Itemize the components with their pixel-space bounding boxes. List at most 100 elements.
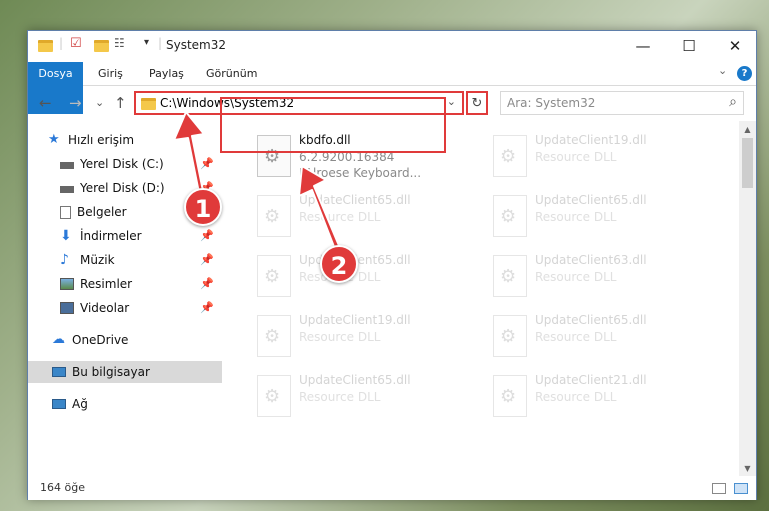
sidebar-item-downloads[interactable]: ⬇ İndirmeler 📌 xyxy=(28,225,222,247)
drive-icon xyxy=(60,186,74,193)
pin-icon: 📌 xyxy=(200,277,214,290)
refresh-button[interactable]: ↻ xyxy=(466,91,488,115)
up-button[interactable]: ↑ xyxy=(114,94,127,112)
ribbon-collapse-icon[interactable]: ⌄ xyxy=(718,64,727,77)
search-input[interactable] xyxy=(507,93,717,113)
sidebar-item-pictures[interactable]: Resimler 📌 xyxy=(28,273,222,295)
toolbar-dropdown-icon[interactable]: ▾ xyxy=(144,37,149,55)
file-description: Resource DLL xyxy=(535,210,617,224)
properties-icon[interactable]: ☑ xyxy=(70,36,82,54)
file-list: ⚙ kbdfo.dll 6.2.9200.16384 FAlroese Keyb… xyxy=(223,121,739,476)
vertical-scrollbar[interactable]: ▲ ▼ xyxy=(739,121,756,476)
file-item[interactable]: ⚙ UpdateClient19.dll Resource DLL xyxy=(485,131,705,183)
ribbon-tabs: Dosya Giriş Paylaş Görünüm ⌄ ? xyxy=(28,62,756,114)
tab-view[interactable]: Görünüm xyxy=(206,62,257,86)
sidebar-item-onedrive[interactable]: ☁ OneDrive xyxy=(28,329,222,351)
item-count: 164 öğe xyxy=(40,481,85,494)
callout-step-2: 2 xyxy=(320,245,358,283)
sidebar-item-music[interactable]: ♪ Müzik 📌 xyxy=(28,249,222,271)
gear-icon: ⚙ xyxy=(264,206,281,227)
close-button[interactable]: ✕ xyxy=(712,31,758,61)
file-description: Resource DLL xyxy=(535,270,617,284)
music-icon: ♪ xyxy=(60,252,69,268)
sidebar-item-disk-c[interactable]: Yerel Disk (C:) 📌 xyxy=(28,153,222,175)
dll-file-icon: ⚙ xyxy=(493,375,527,417)
file-description: Resource DLL xyxy=(535,390,617,404)
file-name: UpdateClient65.dll xyxy=(299,193,411,207)
computer-icon xyxy=(52,367,66,377)
file-name: UpdateClient21.dll xyxy=(535,373,647,387)
folder-icon xyxy=(38,40,53,52)
file-item[interactable]: ⚙ UpdateClient65.dll Resource DLL xyxy=(249,371,469,423)
search-icon[interactable]: ⌕ xyxy=(729,94,737,110)
address-dropdown-icon[interactable]: ⌄ xyxy=(447,95,456,108)
sidebar-item-this-pc[interactable]: Bu bilgisayar xyxy=(28,361,222,383)
dll-file-icon: ⚙ xyxy=(493,315,527,357)
separator: | xyxy=(59,36,64,50)
customize-toolbar-icon[interactable]: ☷ xyxy=(114,36,125,54)
cloud-icon: ☁ xyxy=(52,332,65,347)
sidebar-item-network[interactable]: Ağ xyxy=(28,393,222,415)
network-icon xyxy=(52,399,66,409)
file-item[interactable]: ⚙ UpdateClient21.dll Resource DLL xyxy=(485,371,705,423)
file-name: UpdateClient19.dll xyxy=(299,313,411,327)
file-description: FAlroese Keyboard... xyxy=(299,166,422,180)
dll-file-icon: ⚙ xyxy=(257,255,291,297)
gear-icon: ⚙ xyxy=(264,326,281,347)
file-description: Resource DLL xyxy=(299,390,381,404)
navigation-pane: ★ Hızlı erişim Yerel Disk (C:) 📌 Yerel D… xyxy=(28,121,222,476)
gear-icon: ⚙ xyxy=(264,386,281,407)
file-name: UpdateClient65.dll xyxy=(299,373,411,387)
dll-file-icon: ⚙ xyxy=(257,195,291,237)
callout-step-1: 1 xyxy=(184,188,222,226)
window-title: System32 xyxy=(166,38,227,52)
pin-icon: 📌 xyxy=(200,157,214,170)
forward-button[interactable]: → xyxy=(69,94,82,112)
documents-icon xyxy=(60,205,71,219)
scrollbar-thumb[interactable] xyxy=(742,138,753,188)
recent-locations-button[interactable]: ⌄ xyxy=(95,96,104,109)
file-name: UpdateClient65.dll xyxy=(535,313,647,327)
file-description: Resource DLL xyxy=(535,330,617,344)
maximize-button[interactable]: ☐ xyxy=(666,31,712,61)
minimize-button[interactable]: — xyxy=(620,31,666,61)
file-item[interactable]: ⚙ UpdateClient65.dll Resource DLL xyxy=(485,191,705,243)
help-icon[interactable]: ? xyxy=(737,66,752,81)
file-item[interactable]: ⚙ UpdateClient19.dll Resource DLL xyxy=(249,311,469,363)
file-item[interactable]: ⚙ UpdateClient65.dll Resource DLL xyxy=(249,251,469,303)
details-view-icon[interactable] xyxy=(712,483,726,494)
tab-home[interactable]: Giriş xyxy=(98,62,123,86)
status-bar: 164 öğe xyxy=(28,477,756,500)
file-description: Resource DLL xyxy=(299,330,381,344)
gear-icon: ⚙ xyxy=(264,266,281,287)
drive-icon xyxy=(60,162,74,169)
file-name: UpdateClient63.dll xyxy=(535,253,647,267)
videos-icon xyxy=(60,302,74,314)
large-icons-view-icon[interactable] xyxy=(734,483,748,494)
search-box[interactable]: ⌕ xyxy=(500,91,744,115)
file-name: UpdateClient19.dll xyxy=(535,133,647,147)
dll-file-icon: ⚙ xyxy=(257,315,291,357)
gear-icon: ⚙ xyxy=(500,266,517,287)
file-item[interactable]: ⚙ UpdateClient65.dll Resource DLL xyxy=(485,311,705,363)
folder-icon xyxy=(141,98,156,110)
title-bar: | ☑ ☷ ▾ | System32 — ☐ ✕ xyxy=(28,31,756,62)
scroll-up-icon[interactable]: ▲ xyxy=(739,121,756,137)
sidebar-item-quick-access[interactable]: ★ Hızlı erişim xyxy=(28,129,222,151)
separator: | xyxy=(158,36,163,50)
file-description: Resource DLL xyxy=(535,150,617,164)
file-item[interactable]: ⚙ UpdateClient65.dll Resource DLL xyxy=(249,191,469,243)
new-folder-icon[interactable] xyxy=(94,40,109,52)
pictures-icon xyxy=(60,278,74,290)
dll-file-icon: ⚙ xyxy=(257,375,291,417)
file-highlight-box xyxy=(220,97,446,153)
gear-icon: ⚙ xyxy=(500,146,517,167)
file-name: UpdateClient65.dll xyxy=(535,193,647,207)
tab-share[interactable]: Paylaş xyxy=(149,62,184,86)
sidebar-item-videos[interactable]: Videolar 📌 xyxy=(28,297,222,319)
gear-icon: ⚙ xyxy=(500,386,517,407)
back-button[interactable]: ← xyxy=(39,94,52,112)
scroll-down-icon[interactable]: ▼ xyxy=(739,460,756,476)
file-description: Resource DLL xyxy=(299,210,381,224)
file-item[interactable]: ⚙ UpdateClient63.dll Resource DLL xyxy=(485,251,705,303)
